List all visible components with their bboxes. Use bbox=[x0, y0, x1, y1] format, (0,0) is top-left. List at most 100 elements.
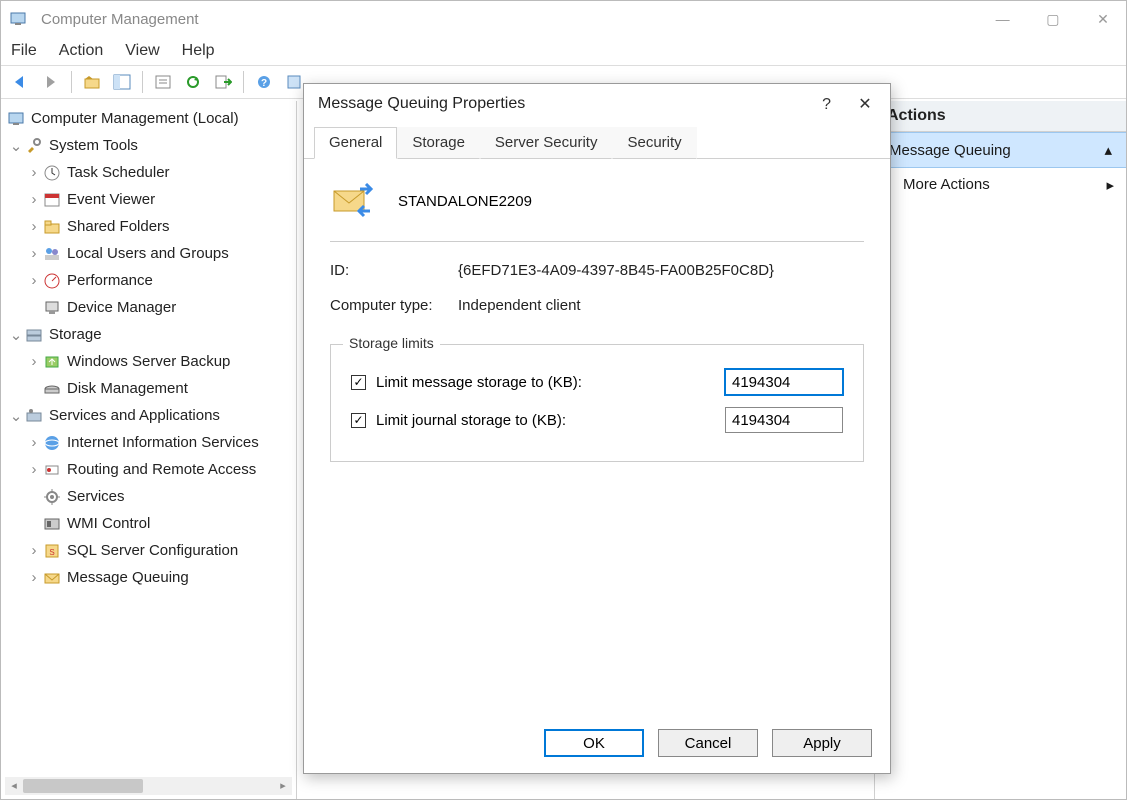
actions-title: Actions bbox=[875, 101, 1126, 132]
chevron-right-icon[interactable]: › bbox=[27, 436, 41, 450]
rras-icon bbox=[43, 461, 61, 479]
services-icon bbox=[43, 488, 61, 506]
chevron-right-icon[interactable]: › bbox=[27, 193, 41, 207]
chevron-down-icon[interactable]: ⌄ bbox=[9, 328, 23, 342]
dialog-titlebar: Message Queuing Properties ? ✕ bbox=[304, 84, 890, 124]
storage-icon bbox=[25, 326, 43, 344]
wmi-icon bbox=[43, 515, 61, 533]
users-icon bbox=[43, 245, 61, 263]
tree-root[interactable]: Computer Management (Local) bbox=[31, 110, 239, 127]
shared-folders-icon bbox=[43, 218, 61, 236]
performance-icon bbox=[43, 272, 61, 290]
disk-mgmt-icon bbox=[43, 380, 61, 398]
dialog-title: Message Queuing Properties bbox=[318, 95, 525, 113]
limit-message-label: Limit message storage to (KB): bbox=[376, 374, 582, 391]
chevron-right-icon[interactable]: › bbox=[27, 247, 41, 261]
chevron-right-icon[interactable]: › bbox=[27, 544, 41, 558]
limit-journal-input[interactable] bbox=[725, 407, 843, 433]
more-actions-item[interactable]: More Actions ▸ bbox=[875, 168, 1126, 201]
tree-services-apps[interactable]: Services and Applications bbox=[49, 407, 220, 424]
tree-performance[interactable]: Performance bbox=[67, 272, 153, 289]
tree-iis[interactable]: Internet Information Services bbox=[67, 434, 259, 451]
actions-pane: Actions Message Queuing ▴ More Actions ▸ bbox=[874, 101, 1126, 799]
tab-security[interactable]: Security bbox=[612, 127, 696, 159]
id-value: {6EFD71E3-4A09-4397-8B45-FA00B25F0C8D} bbox=[458, 262, 774, 279]
storage-limits-group: Storage limits ✓ Limit message storage t… bbox=[330, 344, 864, 462]
properties-dialog: Message Queuing Properties ? ✕ General S… bbox=[303, 83, 891, 774]
main-window: Computer Management — ▢ ✕ File Action Vi… bbox=[0, 0, 1127, 800]
msmq-large-icon bbox=[330, 183, 374, 219]
chevron-down-icon[interactable]: ⌄ bbox=[9, 139, 23, 153]
nav-back-button[interactable] bbox=[7, 68, 35, 96]
console-tree[interactable]: Computer Management (Local) ⌄ System Too… bbox=[1, 101, 296, 771]
submenu-arrow-icon: ▸ bbox=[1106, 176, 1114, 194]
sql-icon: S bbox=[43, 542, 61, 560]
tab-storage[interactable]: Storage bbox=[397, 127, 480, 159]
tree-storage[interactable]: Storage bbox=[49, 326, 102, 343]
horizontal-scrollbar[interactable]: ◂▸ bbox=[5, 777, 292, 795]
limit-journal-checkbox[interactable]: ✓ bbox=[351, 413, 366, 428]
menubar: File Action View Help bbox=[1, 37, 1126, 65]
menu-file[interactable]: File bbox=[11, 42, 37, 60]
cancel-button[interactable]: Cancel bbox=[658, 729, 758, 757]
chevron-right-icon[interactable]: › bbox=[27, 463, 41, 477]
menu-help[interactable]: Help bbox=[182, 42, 215, 60]
tree-system-tools[interactable]: System Tools bbox=[49, 137, 138, 154]
minimize-button[interactable]: — bbox=[980, 1, 1026, 37]
chevron-right-icon[interactable]: › bbox=[27, 166, 41, 180]
tree-shared-folders[interactable]: Shared Folders bbox=[67, 218, 170, 235]
show-hide-tree-button[interactable] bbox=[108, 68, 136, 96]
nav-forward-button[interactable] bbox=[37, 68, 65, 96]
collapse-icon: ▴ bbox=[1104, 141, 1112, 159]
tab-server-security[interactable]: Server Security bbox=[480, 127, 613, 159]
chevron-down-icon[interactable]: ⌄ bbox=[9, 409, 23, 423]
computer-type-value: Independent client bbox=[458, 297, 581, 314]
limit-message-checkbox[interactable]: ✓ bbox=[351, 375, 366, 390]
tree-services[interactable]: Services bbox=[67, 488, 125, 505]
help-icon[interactable]: ? bbox=[810, 96, 844, 114]
computer-type-label: Computer type: bbox=[330, 297, 458, 314]
tools-icon bbox=[25, 137, 43, 155]
device-manager-icon bbox=[43, 299, 61, 317]
close-button[interactable]: ✕ bbox=[1080, 1, 1126, 37]
export-button[interactable] bbox=[209, 68, 237, 96]
refresh-button[interactable] bbox=[179, 68, 207, 96]
tree-sql[interactable]: SQL Server Configuration bbox=[67, 542, 238, 559]
chevron-right-icon[interactable]: › bbox=[27, 220, 41, 234]
menu-action[interactable]: Action bbox=[59, 42, 103, 60]
tree-task-scheduler[interactable]: Task Scheduler bbox=[67, 164, 170, 181]
tree-rras[interactable]: Routing and Remote Access bbox=[67, 461, 256, 478]
tree-msmq[interactable]: Message Queuing bbox=[67, 569, 189, 586]
chevron-right-icon[interactable]: › bbox=[27, 274, 41, 288]
close-icon[interactable]: ✕ bbox=[848, 94, 882, 114]
limit-journal-label: Limit journal storage to (KB): bbox=[376, 412, 566, 429]
properties-button[interactable] bbox=[149, 68, 177, 96]
titlebar: Computer Management — ▢ ✕ bbox=[1, 1, 1126, 37]
chevron-right-icon[interactable]: › bbox=[27, 355, 41, 369]
tree-event-viewer[interactable]: Event Viewer bbox=[67, 191, 155, 208]
window-title: Computer Management bbox=[41, 11, 199, 28]
backup-icon bbox=[43, 353, 61, 371]
chevron-right-icon[interactable]: › bbox=[27, 571, 41, 585]
tree-disk-mgmt[interactable]: Disk Management bbox=[67, 380, 188, 397]
up-button[interactable] bbox=[78, 68, 106, 96]
computer-management-icon bbox=[7, 110, 25, 128]
maximize-button[interactable]: ▢ bbox=[1030, 1, 1076, 37]
menu-view[interactable]: View bbox=[125, 42, 159, 60]
apply-button[interactable]: Apply bbox=[772, 729, 872, 757]
help-button[interactable]: ? bbox=[250, 68, 278, 96]
services-apps-icon bbox=[25, 407, 43, 425]
ok-button[interactable]: OK bbox=[544, 729, 644, 757]
msmq-icon bbox=[43, 569, 61, 587]
iis-icon bbox=[43, 434, 61, 452]
tree-pane: Computer Management (Local) ⌄ System Too… bbox=[1, 101, 297, 799]
actions-heading[interactable]: Message Queuing ▴ bbox=[875, 132, 1126, 168]
actions-heading-label: Message Queuing bbox=[889, 142, 1011, 159]
tree-local-users[interactable]: Local Users and Groups bbox=[67, 245, 229, 262]
tab-general[interactable]: General bbox=[314, 127, 397, 159]
tree-device-manager[interactable]: Device Manager bbox=[67, 299, 176, 316]
dialog-body: STANDALONE2209 ID: {6EFD71E3-4A09-4397-8… bbox=[304, 159, 890, 462]
tree-ws-backup[interactable]: Windows Server Backup bbox=[67, 353, 230, 370]
limit-message-input[interactable] bbox=[725, 369, 843, 395]
tree-wmi[interactable]: WMI Control bbox=[67, 515, 150, 532]
